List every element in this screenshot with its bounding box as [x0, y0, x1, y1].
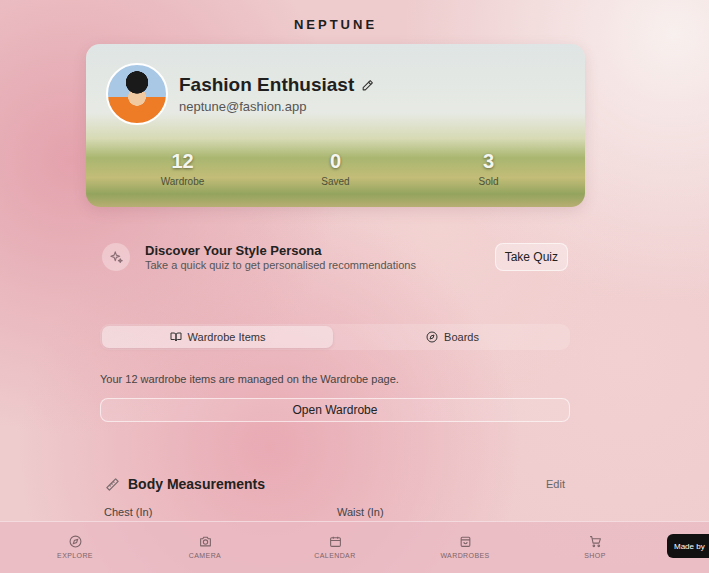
made-by-badge[interactable]: Made by [667, 534, 709, 558]
compass-icon [426, 331, 438, 343]
nav-item[interactable]: WARDROBES [400, 522, 530, 560]
bag-icon [459, 535, 472, 548]
camera-icon [199, 535, 212, 548]
profile-screen: NEPTUNE Fashion Enthusiast neptune@fashi… [0, 0, 709, 573]
measurement-label: Chest (In) [104, 506, 337, 518]
nav-item[interactable]: EXPLORE [10, 522, 140, 560]
calendar-icon [329, 535, 342, 548]
style-persona-row: Discover Your Style Persona Take a quick… [100, 236, 570, 278]
persona-title: Discover Your Style Persona [145, 243, 480, 258]
pencil-icon[interactable] [361, 79, 374, 92]
profile-card: Fashion Enthusiast neptune@fashion.app 1… [86, 44, 585, 207]
measurements-header: Body Measurements Edit [100, 476, 570, 492]
sparkle-icon [109, 250, 124, 265]
measurement-label: Waist (In) [337, 506, 570, 518]
measurement-fields: Chest (In)Waist (In) [100, 506, 570, 518]
tab[interactable]: Boards [337, 326, 568, 348]
take-quiz-button[interactable]: Take Quiz [495, 243, 568, 271]
ruler-icon [105, 477, 120, 492]
profile-content: NEPTUNE Fashion Enthusiast neptune@fashi… [0, 0, 709, 521]
nav-item[interactable]: SHOP [530, 522, 660, 560]
stat-item[interactable]: 3 Sold [412, 150, 565, 188]
nav-item[interactable]: CALENDAR [270, 522, 400, 560]
open-wardrobe-button[interactable]: Open Wardrobe [100, 398, 570, 422]
stat-item[interactable]: 0 Saved [259, 150, 412, 188]
compass-icon [69, 535, 82, 548]
profile-name: Fashion Enthusiast [179, 73, 354, 97]
tab[interactable]: Wardrobe Items [102, 326, 333, 348]
profile-stats: 12 Wardrobe0 Saved3 Sold [106, 150, 565, 188]
stat-item[interactable]: 12 Wardrobe [106, 150, 259, 188]
measurements-title: Body Measurements [128, 476, 265, 492]
nav-item[interactable]: CAMERA [140, 522, 270, 560]
persona-subtitle: Take a quick quiz to get personalised re… [145, 259, 480, 272]
wardrobe-message: Your 12 wardrobe items are managed on th… [100, 373, 570, 385]
book-icon [170, 331, 182, 343]
cart-icon [589, 535, 602, 548]
bottom-nav: EXPLORE CAMERA CALENDAR WARDROBES SHOP [0, 521, 709, 573]
profile-email: neptune@fashion.app [179, 99, 374, 115]
app-logo: NEPTUNE [86, 0, 585, 33]
edit-button[interactable]: Edit [546, 478, 570, 490]
profile-tabs: Wardrobe Items Boards [100, 324, 570, 350]
avatar-image[interactable] [106, 63, 168, 125]
